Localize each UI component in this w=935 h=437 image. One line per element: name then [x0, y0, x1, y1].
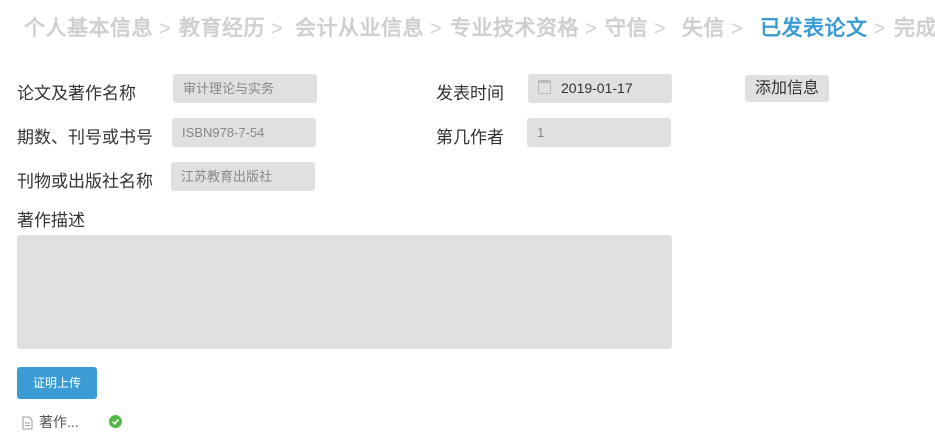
- step-professional-qualification[interactable]: 专业技术资格 >: [450, 12, 597, 42]
- author-rank-label: 第几作者: [436, 128, 504, 147]
- step-integrity[interactable]: 守信 >: [605, 12, 666, 42]
- publisher-input[interactable]: 江苏教育出版社: [171, 162, 315, 191]
- file-icon: [22, 416, 33, 430]
- description-textarea[interactable]: [17, 235, 672, 349]
- title-input[interactable]: 审计理论与实务: [173, 74, 317, 103]
- title-label: 论文及著作名称: [17, 84, 136, 103]
- upload-proof-button[interactable]: 证明上传: [17, 367, 97, 399]
- publisher-label: 刊物或出版社名称: [17, 172, 153, 191]
- attachment-name: 著作...: [39, 414, 79, 430]
- step-personal-info[interactable]: 个人基本信息 >: [24, 12, 171, 42]
- check-circle-icon: [109, 415, 122, 428]
- progress-steps: 个人基本信息 > 教育经历 > 会计从业信息 > 专业技术资格 > 守信 > 失信 > 已发…: [0, 0, 935, 56]
- publish-time-label: 发表时间: [436, 84, 504, 103]
- chevron-right-icon: >: [585, 18, 598, 40]
- step-dishonesty[interactable]: 失信 >: [682, 12, 743, 42]
- step-published-papers[interactable]: 已发表论文 >: [760, 12, 886, 42]
- chevron-right-icon: >: [430, 18, 443, 40]
- author-rank-input[interactable]: 1: [527, 118, 671, 147]
- chevron-right-icon: >: [271, 18, 284, 40]
- step-complete[interactable]: 完成: [894, 12, 935, 42]
- publish-time-input[interactable]: 2019-01-17: [528, 74, 672, 103]
- attachment-item[interactable]: 著作...: [22, 412, 122, 430]
- chevron-right-icon: >: [159, 18, 172, 40]
- calendar-icon: [538, 80, 551, 94]
- issue-label: 期数、刊号或书号: [17, 128, 153, 147]
- chevron-right-icon: >: [654, 18, 667, 40]
- step-education[interactable]: 教育经历 >: [179, 12, 283, 42]
- chevron-right-icon: >: [873, 18, 886, 40]
- issue-input[interactable]: ISBN978-7-54: [172, 118, 316, 147]
- publish-time-value: 2019-01-17: [561, 80, 633, 96]
- description-label: 著作描述: [17, 211, 85, 230]
- add-info-button[interactable]: 添加信息: [745, 75, 829, 102]
- chevron-right-icon: >: [731, 18, 744, 40]
- step-accounting-practice[interactable]: 会计从业信息 >: [295, 12, 442, 42]
